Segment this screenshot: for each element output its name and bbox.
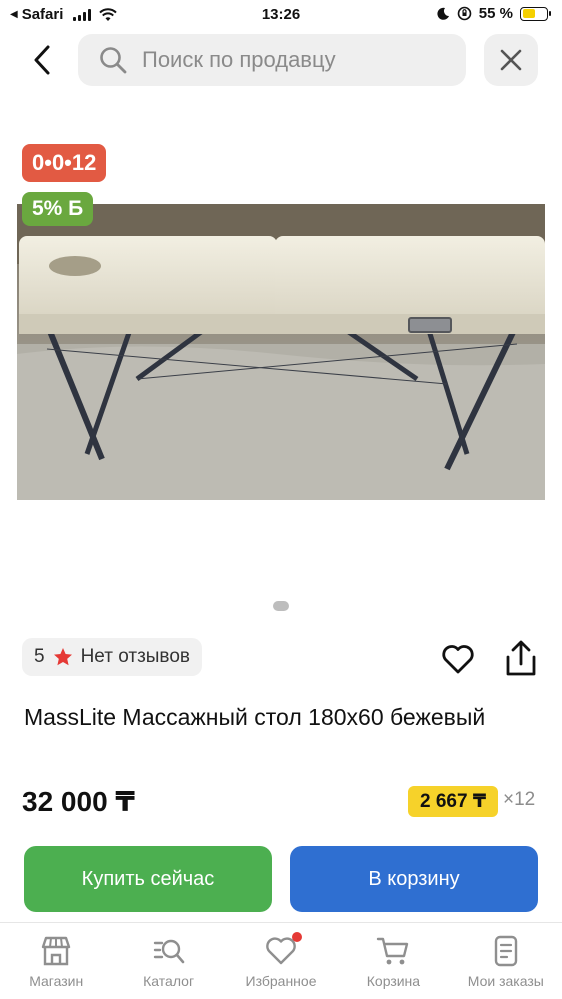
nav-label-catalog: Каталог (143, 973, 195, 989)
product-price: 32 000 ₸ (22, 786, 135, 817)
share-button[interactable] (504, 640, 540, 680)
heart-icon (442, 645, 474, 674)
catalog-search-icon (153, 939, 184, 964)
rating-value: 5 (34, 646, 45, 667)
share-icon (506, 640, 536, 676)
back-button[interactable] (22, 38, 62, 82)
nav-item-cart[interactable]: Корзина (337, 923, 449, 999)
battery-level (522, 9, 536, 18)
moon-icon (437, 7, 449, 20)
gallery-pagination-dot[interactable] (273, 601, 289, 611)
close-icon (500, 49, 522, 71)
nav-label-shop: Магазин (29, 973, 84, 989)
nav-label-favorites: Избранное (245, 973, 317, 989)
cart-icon (377, 937, 409, 965)
nav-item-favorites[interactable]: Избранное (225, 923, 337, 999)
search-input[interactable] (142, 47, 442, 73)
nav-label-cart: Корзина (366, 973, 421, 989)
status-bar: ◀ Safari 13:26 55 % (0, 0, 562, 30)
star-icon (53, 648, 72, 666)
search-bar[interactable] (78, 34, 466, 86)
shop-icon (42, 936, 71, 966)
battery-icon (520, 6, 551, 21)
product-title: MassLite Массажный стол 180х60 бежевый (24, 704, 486, 730)
rating-chip[interactable]: 5 Нет отзывов (22, 638, 202, 676)
installment-price[interactable]: 2 667 ₸ (408, 786, 499, 817)
favorite-button[interactable] (441, 643, 477, 679)
notification-dot (292, 932, 303, 942)
buy-now-button[interactable]: Купить сейчас (24, 846, 272, 912)
chevron-left-icon (34, 45, 50, 75)
installment-badge: 0•0•12 (22, 144, 107, 182)
nav-label-orders: Мои заказы (467, 973, 544, 989)
status-right: 55 % (436, 5, 551, 22)
nav-item-shop[interactable]: Магазин (0, 923, 112, 999)
close-button[interactable] (484, 34, 538, 86)
bonus-badge: 5% Б (22, 192, 94, 226)
nav-item-catalog[interactable]: Каталог (112, 923, 224, 999)
installment-multiplier: ×12 (503, 789, 536, 810)
battery-percent: 55 % (478, 5, 513, 22)
reviews-label: Нет отзывов (80, 646, 190, 667)
orientation-lock-icon (457, 6, 472, 21)
add-to-cart-button[interactable]: В корзину (290, 846, 538, 912)
product-photo[interactable] (17, 204, 545, 500)
nav-item-orders[interactable]: Мои заказы (450, 923, 562, 999)
header (0, 34, 562, 88)
massage-table-image (17, 204, 545, 500)
bottom-navigation: Магазин Каталог Избранное Корзина Мои за… (0, 922, 562, 999)
product-gallery[interactable]: 0•0•12 5% Б (0, 140, 562, 620)
search-icon (100, 47, 127, 74)
orders-icon (494, 935, 518, 967)
